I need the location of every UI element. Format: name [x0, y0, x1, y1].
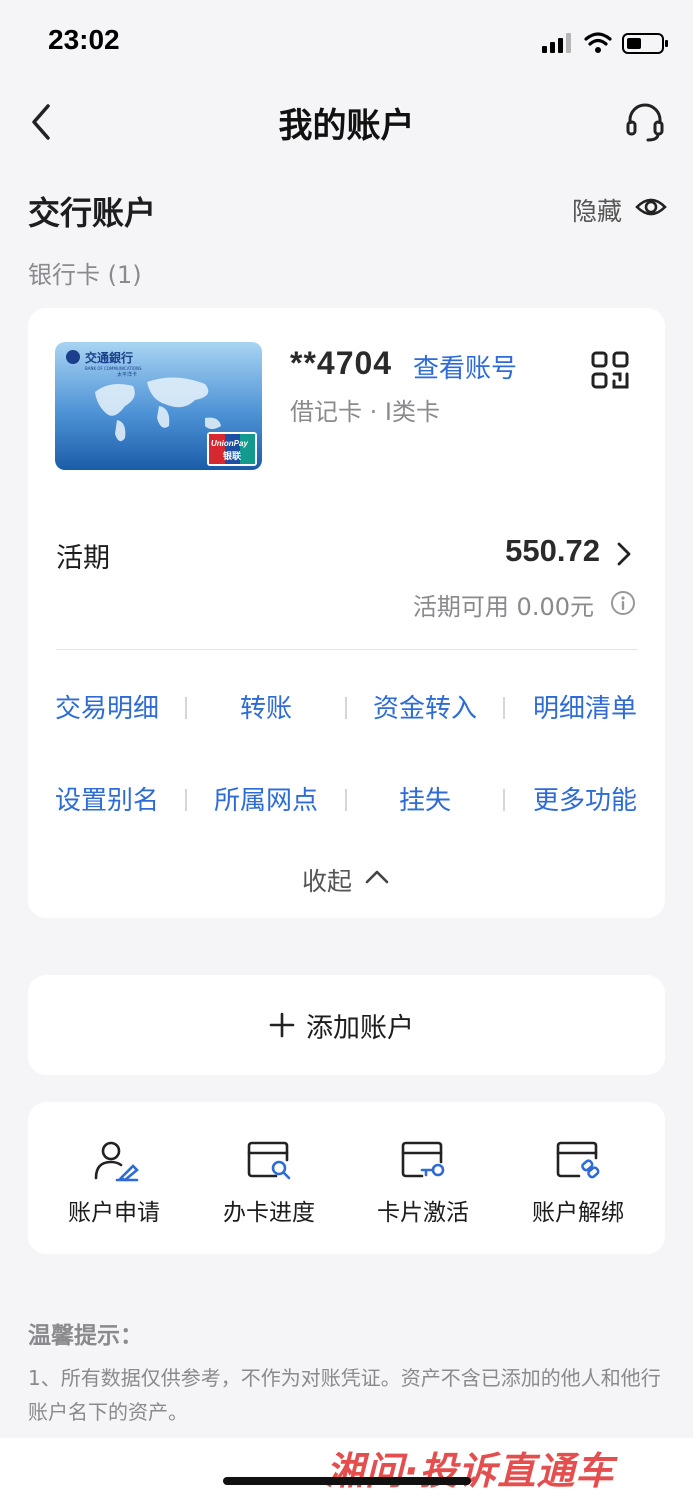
page-title: 我的账户 — [278, 106, 415, 146]
available-balance: 活期可用 0.00元 — [412, 593, 594, 621]
card-progress-label[interactable]: 办卡进度 — [199, 1193, 339, 1227]
set-alias-button[interactable]: 设置别名 — [27, 780, 187, 817]
add-account-label[interactable]: 添加账户 — [306, 1006, 414, 1045]
card-key-icon[interactable] — [400, 1140, 446, 1182]
card-activation-label[interactable]: 卡片激活 — [353, 1193, 493, 1227]
collapse-button[interactable]: 收起 — [302, 862, 352, 898]
card-search-icon[interactable] — [246, 1140, 292, 1182]
divider — [56, 649, 637, 650]
statement-list-button[interactable]: 明细清单 — [505, 688, 665, 725]
account-unbind-label[interactable]: 账户解绑 — [508, 1193, 648, 1227]
card-type: 借记卡 · I类卡 — [290, 398, 440, 426]
wifi-icon — [584, 32, 612, 46]
watermark-logo: 湘问·投诉直通车 — [326, 1449, 615, 1493]
section-title: 交行账户 — [28, 194, 157, 232]
svg-text:银联: 银联 — [223, 450, 242, 462]
card-unlink-icon[interactable] — [555, 1140, 601, 1182]
customer-service-button[interactable] — [622, 100, 668, 146]
unionpay-logo: UnionPay 银联 — [207, 432, 257, 466]
masked-account-number: **4704 — [290, 345, 393, 381]
svg-text:UnionPay: UnionPay — [211, 439, 248, 448]
bank-card-count: 银行卡 (1) — [28, 261, 142, 289]
qr-code-icon[interactable] — [590, 350, 630, 390]
chevron-right-icon[interactable] — [612, 540, 636, 568]
bank-logo-text: 交通銀行 — [85, 350, 133, 365]
bank-card-image: 交通銀行 BANK OF COMMUNICATIONS 太平洋卡 UnionPa… — [55, 342, 262, 470]
svg-text:BANK OF COMMUNICATIONS: BANK OF COMMUNICATIONS — [85, 366, 142, 371]
transfer-button[interactable]: 转账 — [186, 688, 346, 725]
branch-button[interactable]: 所属网点 — [186, 780, 346, 817]
tips-text: 1、所有数据仅供参考，不作为对账凭证。资产不含已添加的他人和他行账户名下的资产。 — [28, 1366, 661, 1424]
fund-transfer-in-button[interactable]: 资金转入 — [345, 688, 505, 725]
user-edit-icon[interactable] — [93, 1140, 139, 1182]
status-icons — [540, 30, 670, 56]
battery-icon — [622, 33, 668, 54]
report-loss-button[interactable]: 挂失 — [345, 780, 505, 817]
tips-title: 温馨提示： — [28, 1323, 143, 1349]
info-icon[interactable] — [610, 590, 636, 616]
signal-icon — [542, 33, 571, 53]
hide-balance-toggle[interactable]: 隐藏 — [572, 192, 622, 228]
svg-text:太平洋卡: 太平洋卡 — [117, 371, 137, 378]
more-functions-button[interactable]: 更多功能 — [505, 780, 665, 817]
headset-icon — [626, 103, 664, 142]
plus-icon[interactable] — [268, 1011, 296, 1039]
account-apply-label[interactable]: 账户申请 — [44, 1193, 184, 1227]
chevron-up-icon[interactable] — [364, 866, 390, 888]
eye-icon[interactable] — [634, 190, 668, 224]
balance-amount[interactable]: 550.72 — [440, 533, 600, 569]
transaction-details-button[interactable]: 交易明细 — [27, 688, 187, 725]
demand-deposit-label: 活期 — [56, 543, 110, 574]
home-indicator[interactable] — [223, 1477, 471, 1485]
view-account-number-link[interactable]: 查看账号 — [413, 348, 517, 385]
status-time: 23:02 — [48, 24, 120, 55]
